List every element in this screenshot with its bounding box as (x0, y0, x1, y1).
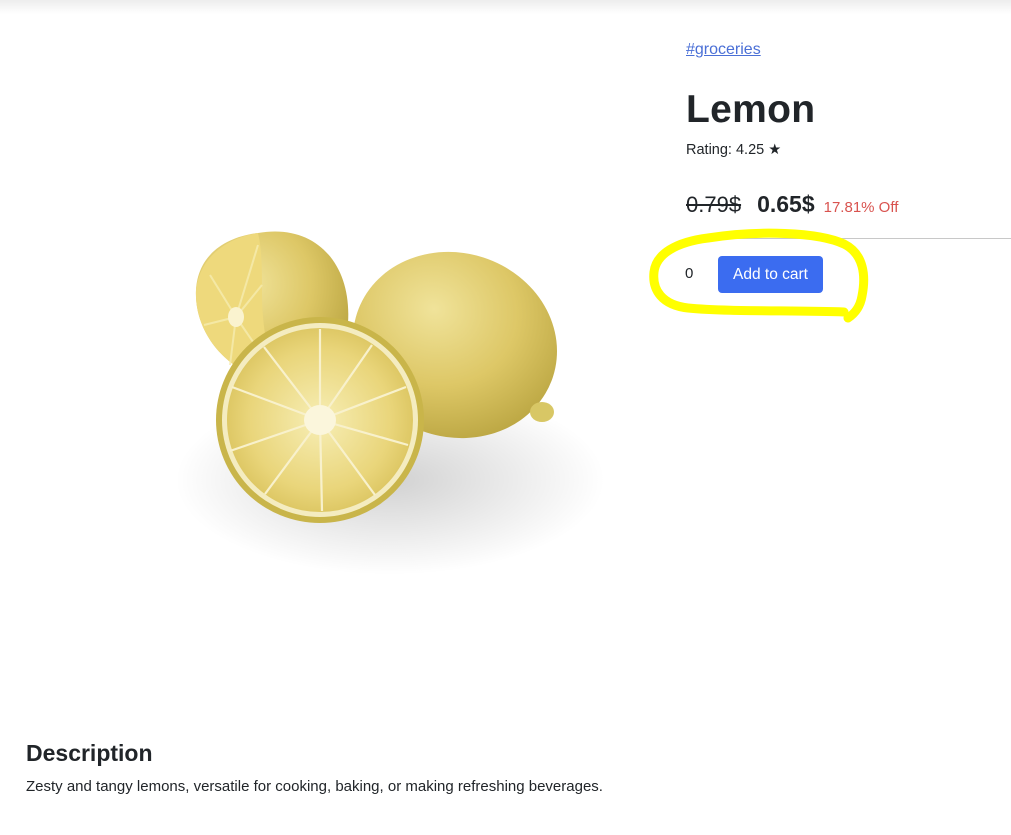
product-page: #groceries Lemon Rating: 4.25 ★ 0.79$ 0.… (0, 0, 1011, 835)
sale-price: 0.65$ (757, 191, 815, 217)
lemon-illustration (175, 231, 605, 575)
description-heading: Description (26, 740, 153, 766)
original-price: 0.79$ (686, 192, 742, 217)
price-divider (686, 238, 1011, 239)
rating-text: Rating: 4.25 ★ (686, 142, 782, 158)
product-image (150, 215, 620, 595)
discount-badge: 17.81% Off (823, 199, 899, 216)
product-title: Lemon (686, 88, 816, 131)
add-to-cart-button[interactable]: Add to cart (718, 256, 823, 293)
description-text: Zesty and tangy lemons, versatile for co… (26, 778, 603, 795)
header-shadow (0, 0, 1011, 14)
category-tag-link[interactable]: #groceries (686, 41, 761, 59)
quantity-input[interactable] (682, 261, 715, 285)
price-row: 0.79$ 0.65$ 17.81% Off (686, 191, 898, 218)
